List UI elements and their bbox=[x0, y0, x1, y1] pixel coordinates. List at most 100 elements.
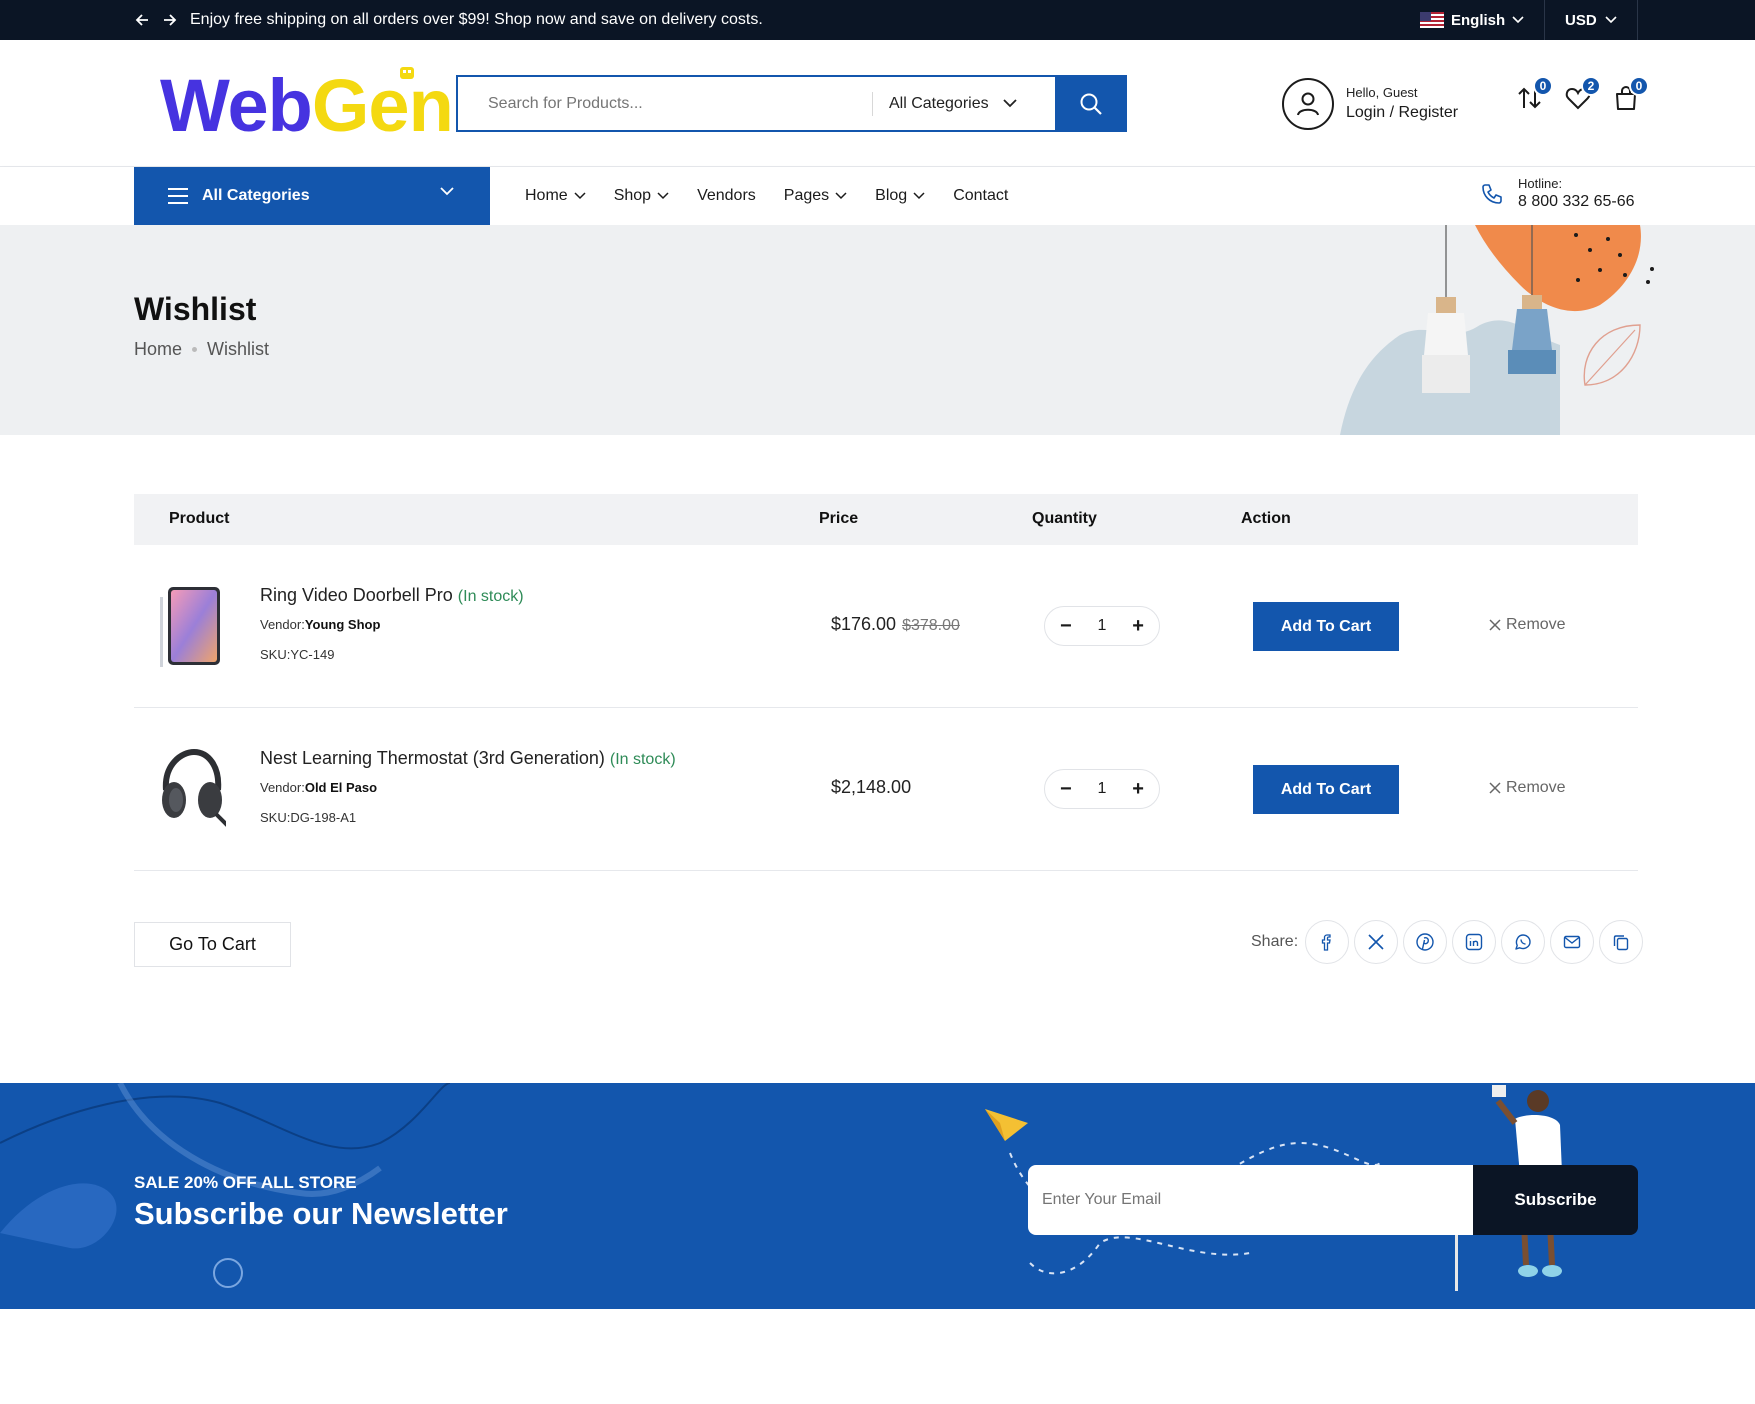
main-nav: All Categories Home Shop Vendors Pages B… bbox=[0, 167, 1755, 225]
vendor-name[interactable]: Young Shop bbox=[305, 617, 381, 632]
whatsapp-icon bbox=[1515, 934, 1531, 950]
remove-button[interactable]: Remove bbox=[1488, 779, 1566, 797]
product-name[interactable]: Nest Learning Thermostat (3rd Generation… bbox=[260, 748, 676, 769]
hotline[interactable]: Hotline: 8 800 332 65-66 bbox=[1480, 176, 1635, 212]
table-row: Nest Learning Thermostat (3rd Generation… bbox=[134, 708, 1638, 871]
x-twitter-icon bbox=[1368, 934, 1384, 950]
pinterest-icon bbox=[1416, 933, 1434, 951]
increase-button[interactable]: + bbox=[1128, 615, 1148, 638]
quantity-stepper: − 1 + bbox=[1044, 769, 1160, 809]
product-image-tablet[interactable] bbox=[156, 581, 226, 667]
promo-arrows bbox=[134, 10, 178, 30]
wishlist-button[interactable]: 2 bbox=[1564, 76, 1601, 112]
wishlist-table-header: Product Price Quantity Action bbox=[134, 494, 1638, 545]
add-to-cart-button[interactable]: Add To Cart bbox=[1253, 765, 1399, 814]
arrow-right-icon[interactable] bbox=[162, 10, 178, 30]
nav-item-label: Shop bbox=[613, 187, 652, 204]
logo-badge-icon bbox=[400, 67, 414, 79]
subscribe-button[interactable]: Subscribe bbox=[1473, 1165, 1638, 1235]
nav-item-pages[interactable]: Pages bbox=[784, 187, 847, 205]
copy-icon bbox=[1613, 935, 1629, 951]
compare-count-badge: 0 bbox=[1533, 76, 1553, 96]
quantity-stepper: − 1 + bbox=[1044, 606, 1160, 646]
newsletter-section: SALE 20% OFF ALL STORE Subscribe our New… bbox=[0, 1083, 1755, 1309]
currency-selector[interactable]: USD bbox=[1565, 0, 1617, 40]
vendor-label: Vendor: bbox=[260, 617, 305, 632]
facebook-share-button[interactable] bbox=[1305, 920, 1350, 964]
search-category-select[interactable]: All Categories bbox=[873, 95, 1056, 113]
product-sku: SKU:DG-198-A1 bbox=[260, 810, 357, 825]
search-category-label: All Categories bbox=[889, 94, 989, 112]
hotline-label: Hotline: bbox=[1518, 176, 1563, 191]
chevron-down-icon bbox=[1002, 99, 1017, 108]
copy-link-button[interactable] bbox=[1599, 920, 1644, 964]
header-quantity: Quantity bbox=[1032, 510, 1097, 527]
cart-button[interactable]: 0 bbox=[1612, 76, 1649, 112]
chevron-down-icon bbox=[1512, 16, 1524, 24]
product-image-headphones[interactable] bbox=[156, 744, 226, 830]
chevron-down-icon bbox=[1605, 16, 1617, 24]
nav-item-label: Pages bbox=[783, 187, 830, 204]
breadcrumb-home[interactable]: Home bbox=[134, 339, 182, 360]
current-price: $2,148.00 bbox=[831, 777, 912, 797]
chevron-down-icon bbox=[574, 192, 586, 200]
compare-button[interactable]: 0 bbox=[1516, 76, 1553, 112]
increase-button[interactable]: + bbox=[1128, 778, 1148, 801]
phone-icon bbox=[1482, 184, 1502, 204]
nav-item-label: Vendors bbox=[697, 187, 756, 204]
arrow-left-icon[interactable] bbox=[134, 10, 150, 30]
email-share-button[interactable] bbox=[1550, 920, 1595, 964]
nav-item-home[interactable]: Home bbox=[525, 187, 586, 205]
product-name[interactable]: Ring Video Doorbell Pro (In stock) bbox=[260, 585, 524, 606]
decrease-button[interactable]: − bbox=[1056, 615, 1076, 638]
breadcrumb-separator bbox=[192, 347, 198, 352]
hamburger-icon bbox=[168, 188, 188, 204]
x-share-button[interactable] bbox=[1354, 920, 1399, 964]
login-register-link[interactable]: Login / Register bbox=[1346, 102, 1458, 124]
quantity-value[interactable]: 1 bbox=[1098, 780, 1107, 798]
page-banner: Wishlist Home Wishlist bbox=[0, 225, 1755, 435]
top-bar: Enjoy free shipping on all orders over $… bbox=[0, 0, 1755, 40]
currency-label: USD bbox=[1565, 11, 1597, 29]
all-categories-button[interactable]: All Categories bbox=[134, 167, 490, 225]
product-price: $2,148.00 bbox=[831, 777, 911, 798]
quantity-value[interactable]: 1 bbox=[1098, 617, 1107, 635]
promo-text: Enjoy free shipping on all orders over $… bbox=[190, 11, 763, 28]
product-vendor: Vendor:Old El Paso bbox=[260, 780, 377, 795]
add-to-cart-button[interactable]: Add To Cart bbox=[1253, 602, 1399, 651]
share-label: Share: bbox=[1251, 933, 1299, 950]
nav-item-shop[interactable]: Shop bbox=[614, 187, 669, 205]
go-to-cart-button[interactable]: Go To Cart bbox=[134, 922, 291, 967]
chevron-down-icon bbox=[657, 192, 669, 200]
user-account[interactable]: Hello, Guest Login / Register bbox=[1282, 78, 1458, 130]
header-action: Action bbox=[1241, 510, 1291, 527]
linkedin-share-button[interactable] bbox=[1452, 920, 1497, 964]
search-input[interactable] bbox=[458, 77, 872, 130]
table-row: Ring Video Doorbell Pro (In stock) Vendo… bbox=[134, 545, 1638, 708]
newsletter-title: Subscribe our Newsletter bbox=[134, 1196, 508, 1231]
language-selector[interactable]: English bbox=[1420, 0, 1524, 40]
remove-button[interactable]: Remove bbox=[1488, 616, 1566, 634]
product-price: $176.00 $378.00 bbox=[831, 614, 960, 635]
chevron-down-icon bbox=[835, 192, 847, 200]
pinterest-share-button[interactable] bbox=[1403, 920, 1448, 964]
nav-item-contact[interactable]: Contact bbox=[953, 187, 1008, 205]
nav-item-label: Blog bbox=[875, 187, 908, 204]
user-icon bbox=[1282, 78, 1334, 130]
product-name-text: Nest Learning Thermostat (3rd Generation… bbox=[260, 748, 605, 768]
product-name-text: Ring Video Doorbell Pro bbox=[260, 585, 453, 605]
search-icon bbox=[1080, 93, 1102, 115]
nav-item-blog[interactable]: Blog bbox=[875, 187, 925, 205]
vendor-name[interactable]: Old El Paso bbox=[305, 780, 377, 795]
nav-item-vendors[interactable]: Vendors bbox=[697, 187, 756, 205]
whatsapp-share-button[interactable] bbox=[1501, 920, 1546, 964]
old-price: $378.00 bbox=[902, 617, 960, 634]
facebook-icon bbox=[1321, 934, 1331, 951]
search-button[interactable] bbox=[1055, 75, 1127, 132]
page-title: Wishlist bbox=[134, 291, 257, 327]
newsletter-email-input[interactable] bbox=[1028, 1165, 1473, 1235]
breadcrumb-current: Wishlist bbox=[207, 339, 270, 359]
divider bbox=[1637, 0, 1638, 40]
decrease-button[interactable]: − bbox=[1056, 778, 1076, 801]
header-product: Product bbox=[169, 510, 230, 527]
